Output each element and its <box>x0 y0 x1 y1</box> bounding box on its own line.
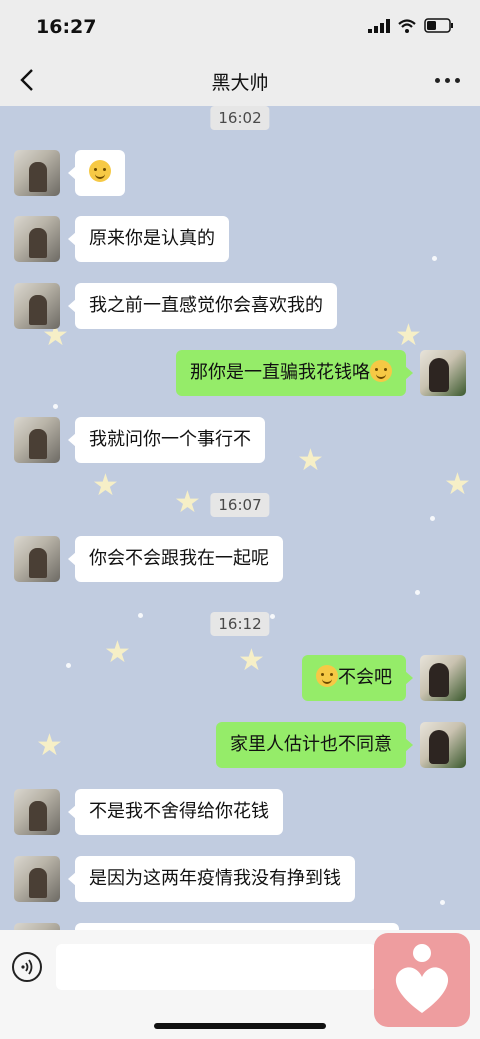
heart-app-icon[interactable] <box>374 933 470 1027</box>
message-bubble-left[interactable]: 我之前一直感觉你会喜欢我的 <box>68 283 337 329</box>
dot-decoration <box>270 614 275 619</box>
avatar-contact[interactable] <box>14 150 60 196</box>
timestamp: 16:07 <box>210 493 270 517</box>
laugh-emoji <box>316 665 338 687</box>
message-bubble-left[interactable] <box>75 923 399 930</box>
timestamp: 16:02 <box>210 106 270 130</box>
avatar-self[interactable] <box>420 350 466 396</box>
avatar-contact[interactable] <box>14 789 60 835</box>
signal-icon <box>368 18 390 33</box>
message-bubble-left[interactable]: 我就问你一个事行不 <box>68 417 265 463</box>
wifi-icon <box>398 18 416 33</box>
status-time: 16:27 <box>36 16 97 38</box>
home-indicator <box>154 1023 326 1029</box>
system-icons <box>368 18 454 33</box>
status-bar: 16:27 <box>0 0 480 54</box>
voice-icon[interactable] <box>12 952 42 982</box>
avatar-contact[interactable] <box>14 283 60 329</box>
message-bubble-left[interactable]: 不是我不舍得给你花钱 <box>68 789 283 835</box>
dot-decoration <box>415 590 420 595</box>
star-decoration: ★ <box>444 467 471 502</box>
message-bubble-left[interactable] <box>68 150 125 196</box>
avatar-self[interactable] <box>420 722 466 768</box>
dot-decoration <box>53 404 58 409</box>
message-input[interactable] <box>56 944 376 990</box>
smiley-emoji <box>370 360 392 382</box>
message-bubble-left[interactable]: 原来你是认真的 <box>68 216 229 262</box>
timestamp: 16:12 <box>210 612 270 636</box>
more-icon[interactable] <box>435 78 460 83</box>
star-decoration: ★ <box>104 635 131 670</box>
message-bubble-right[interactable]: 家里人估计也不同意 <box>216 722 413 768</box>
avatar-self[interactable] <box>420 655 466 701</box>
dot-decoration <box>432 256 437 261</box>
battery-icon <box>424 18 453 33</box>
message-bubble-left[interactable]: 是因为这两年疫情我没有挣到钱 <box>68 856 355 902</box>
message-bubble-left[interactable]: 你会不会跟我在一起呢 <box>68 536 283 582</box>
star-decoration: ★ <box>297 443 324 478</box>
smiley-emoji <box>89 160 111 182</box>
message-bubble-right[interactable]: 不会吧 <box>302 655 413 701</box>
star-decoration: ★ <box>395 318 422 353</box>
message-text: 不会吧 <box>338 667 392 688</box>
dot-decoration <box>66 663 71 668</box>
avatar-contact[interactable] <box>14 417 60 463</box>
dot-decoration <box>138 613 143 618</box>
avatar-contact[interactable] <box>14 536 60 582</box>
star-decoration: ★ <box>92 468 119 503</box>
nav-bar: 黑大帅 <box>0 54 480 106</box>
avatar-contact[interactable] <box>14 923 60 930</box>
star-decoration: ★ <box>174 485 201 520</box>
input-bar <box>0 930 480 1039</box>
star-decoration: ★ <box>36 728 63 763</box>
chat-area[interactable]: ★ ★ ★ ★ ★ ★ ★ ★ ★ 16:02 原来你是认真的 我之前一直感觉你… <box>0 106 480 930</box>
chat-title: 黑大帅 <box>211 72 269 94</box>
star-decoration: ★ <box>238 643 265 678</box>
avatar-contact[interactable] <box>14 216 60 262</box>
avatar-contact[interactable] <box>14 856 60 902</box>
message-bubble-right[interactable]: 那你是一直骗我花钱咯 <box>176 350 413 396</box>
message-text: 那你是一直骗我花钱咯 <box>190 362 370 383</box>
dot-decoration <box>440 900 445 905</box>
dot-decoration <box>430 516 435 521</box>
